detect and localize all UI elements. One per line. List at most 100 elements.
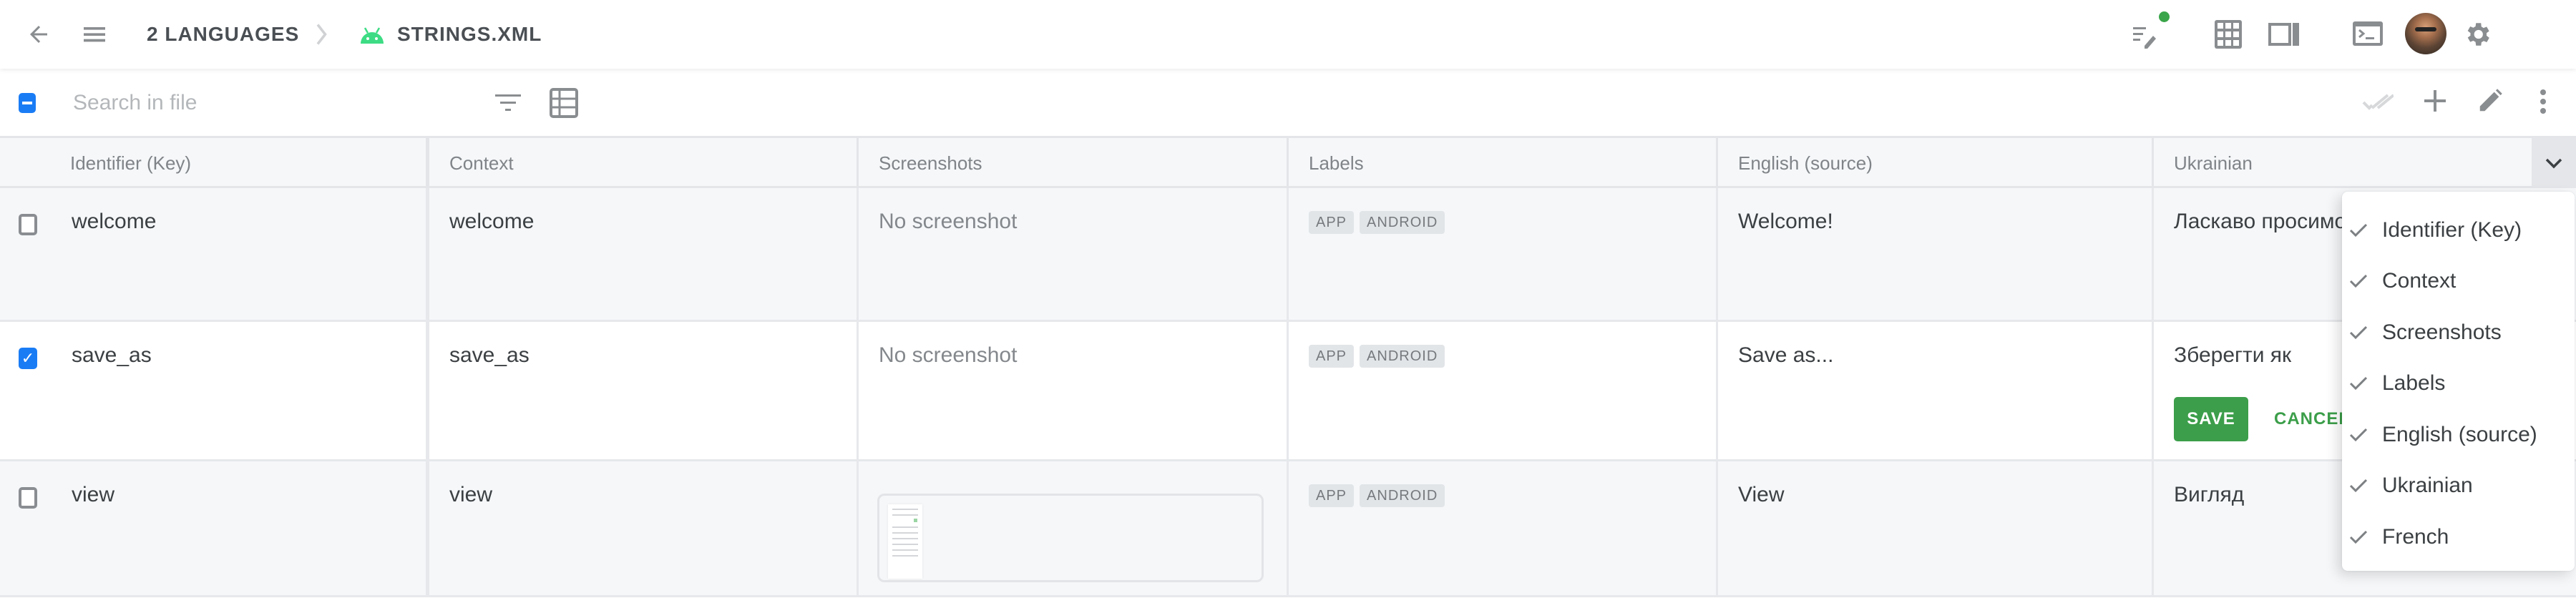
- mark-reviewed-button[interactable]: [2361, 89, 2394, 114]
- cell-key[interactable]: welcome: [0, 188, 429, 320]
- cell-context[interactable]: welcome: [429, 188, 859, 320]
- label-chip[interactable]: APP: [1309, 345, 1355, 368]
- breadcrumb-separator: [311, 21, 333, 47]
- column-header-context[interactable]: Context: [429, 138, 859, 186]
- menu-item-label: French: [2382, 524, 2449, 549]
- add-icon: [2424, 90, 2446, 112]
- chevron-down-icon: [2545, 158, 2562, 169]
- cell-screenshot[interactable]: No screenshot: [859, 188, 1289, 320]
- filter-button[interactable]: [494, 89, 522, 117]
- row-checkbox[interactable]: [19, 214, 37, 235]
- cancel-button[interactable]: CANCEL: [2274, 397, 2350, 441]
- breadcrumb-languages[interactable]: 2 LANGUAGES: [147, 21, 299, 47]
- row-checkbox[interactable]: [19, 487, 37, 509]
- menu-item-context[interactable]: Context: [2342, 256, 2575, 308]
- row-checkbox-checked[interactable]: ✓: [19, 348, 37, 369]
- indeterminate-icon: [22, 102, 32, 104]
- terminal-icon: [2353, 21, 2383, 46]
- column-header-labels[interactable]: Labels: [1289, 138, 1718, 186]
- cell-labels[interactable]: APP ANDROID: [1289, 461, 1718, 595]
- label-chip[interactable]: APP: [1309, 211, 1355, 234]
- source-text: Save as...: [1738, 343, 1834, 367]
- label-chip[interactable]: ANDROID: [1360, 211, 1445, 234]
- column-header-english[interactable]: English (source): [1718, 138, 2154, 186]
- side-panel-icon: [2268, 23, 2299, 46]
- cell-context[interactable]: view: [429, 461, 859, 595]
- menu-item-screenshots[interactable]: Screenshots: [2342, 307, 2575, 358]
- no-screenshot-text: No screenshot: [879, 210, 1018, 233]
- back-button[interactable]: [24, 20, 53, 49]
- table-layout-button[interactable]: [549, 87, 579, 119]
- menu-item-label: Ukrainian: [2382, 474, 2473, 498]
- check-icon: [2349, 274, 2376, 288]
- edit-pencil-icon: [2479, 89, 2502, 112]
- review-edit-button[interactable]: [2129, 20, 2165, 49]
- grid-icon: [2215, 20, 2242, 49]
- strings-table: Identifier (Key) Context Screenshots Lab…: [0, 138, 2576, 597]
- table-row[interactable]: welcome welcome No screenshot APP ANDROID…: [0, 188, 2576, 322]
- translation-text: Ласкаво просимо!: [2174, 210, 2353, 233]
- menu-button[interactable]: [79, 20, 110, 49]
- settings-button[interactable]: [2462, 19, 2493, 50]
- menu-item-identifier[interactable]: Identifier (Key): [2342, 205, 2575, 256]
- terminal-button[interactable]: [2353, 21, 2383, 46]
- toolbar: [0, 69, 2576, 138]
- column-header-ukrainian[interactable]: Ukrainian: [2154, 138, 2576, 186]
- check-icon: [2349, 325, 2376, 340]
- double-check-icon: [2362, 94, 2394, 110]
- add-string-button[interactable]: [2423, 89, 2447, 113]
- side-panel-button[interactable]: [2268, 21, 2300, 47]
- cell-screenshot[interactable]: No screenshot: [859, 322, 1289, 459]
- cell-labels[interactable]: APP ANDROID: [1289, 322, 1718, 459]
- menu-item-label: Context: [2382, 269, 2457, 293]
- context-text: welcome: [449, 210, 535, 233]
- key-text: welcome: [72, 210, 157, 233]
- cell-context[interactable]: save_as: [429, 322, 859, 459]
- menu-item-labels[interactable]: Labels: [2342, 358, 2575, 410]
- cell-screenshot[interactable]: [859, 461, 1289, 595]
- app-bar: 2 LANGUAGES STRINGS.XML: [0, 0, 2576, 69]
- cell-english[interactable]: Save as...: [1718, 322, 2154, 459]
- select-all-checkbox[interactable]: [19, 93, 36, 113]
- hamburger-menu-icon: [84, 27, 105, 42]
- cell-key[interactable]: view: [0, 461, 429, 595]
- screenshot-preview-image: [888, 504, 922, 579]
- chevron-right-icon: [316, 24, 327, 45]
- table-row[interactable]: ✓ save_as save_as No screenshot APP ANDRO…: [0, 322, 2576, 461]
- cell-key[interactable]: ✓ save_as: [0, 322, 429, 459]
- label-chip[interactable]: ANDROID: [1360, 484, 1445, 507]
- menu-item-label: Identifier (Key): [2382, 217, 2522, 242]
- label-chip[interactable]: APP: [1309, 484, 1355, 507]
- menu-item-label: Labels: [2382, 371, 2446, 396]
- menu-item-english[interactable]: English (source): [2342, 409, 2575, 461]
- column-header-identifier[interactable]: Identifier (Key): [0, 138, 429, 186]
- more-options-button[interactable]: [2536, 86, 2550, 117]
- column-visibility-menu: Identifier (Key) Context Screenshots Lab…: [2342, 192, 2575, 571]
- screenshot-thumbnail[interactable]: [877, 494, 1264, 582]
- menu-item-ukrainian[interactable]: Ukrainian: [2342, 461, 2575, 512]
- menu-item-french[interactable]: French: [2342, 511, 2575, 563]
- grid-view-button[interactable]: [2213, 19, 2243, 50]
- key-text: save_as: [72, 343, 152, 367]
- save-button[interactable]: SAVE: [2174, 397, 2248, 441]
- label-chip[interactable]: ANDROID: [1360, 345, 1445, 368]
- user-avatar[interactable]: [2405, 13, 2446, 54]
- table-row[interactable]: view view APP ANDROID View Вигляд: [0, 461, 2576, 597]
- no-screenshot-text: No screenshot: [879, 343, 1018, 367]
- check-icon: [2349, 223, 2376, 237]
- cell-english[interactable]: Welcome!: [1718, 188, 2154, 320]
- column-visibility-toggle[interactable]: [2532, 138, 2576, 188]
- arrow-back-icon: [30, 26, 47, 43]
- translation-editor[interactable]: Зберегти як: [2174, 343, 2291, 367]
- breadcrumb-file[interactable]: STRINGS.XML: [397, 21, 542, 47]
- more-vert-icon: [2540, 89, 2546, 114]
- column-header-screenshots[interactable]: Screenshots: [859, 138, 1289, 186]
- android-icon: [358, 23, 386, 46]
- edit-button[interactable]: [2476, 86, 2504, 116]
- key-text: view: [72, 483, 115, 506]
- cell-english[interactable]: View: [1718, 461, 2154, 595]
- table-layout-icon: [550, 88, 578, 118]
- check-icon: [2349, 376, 2376, 391]
- cell-labels[interactable]: APP ANDROID: [1289, 188, 1718, 320]
- search-input[interactable]: [73, 86, 474, 120]
